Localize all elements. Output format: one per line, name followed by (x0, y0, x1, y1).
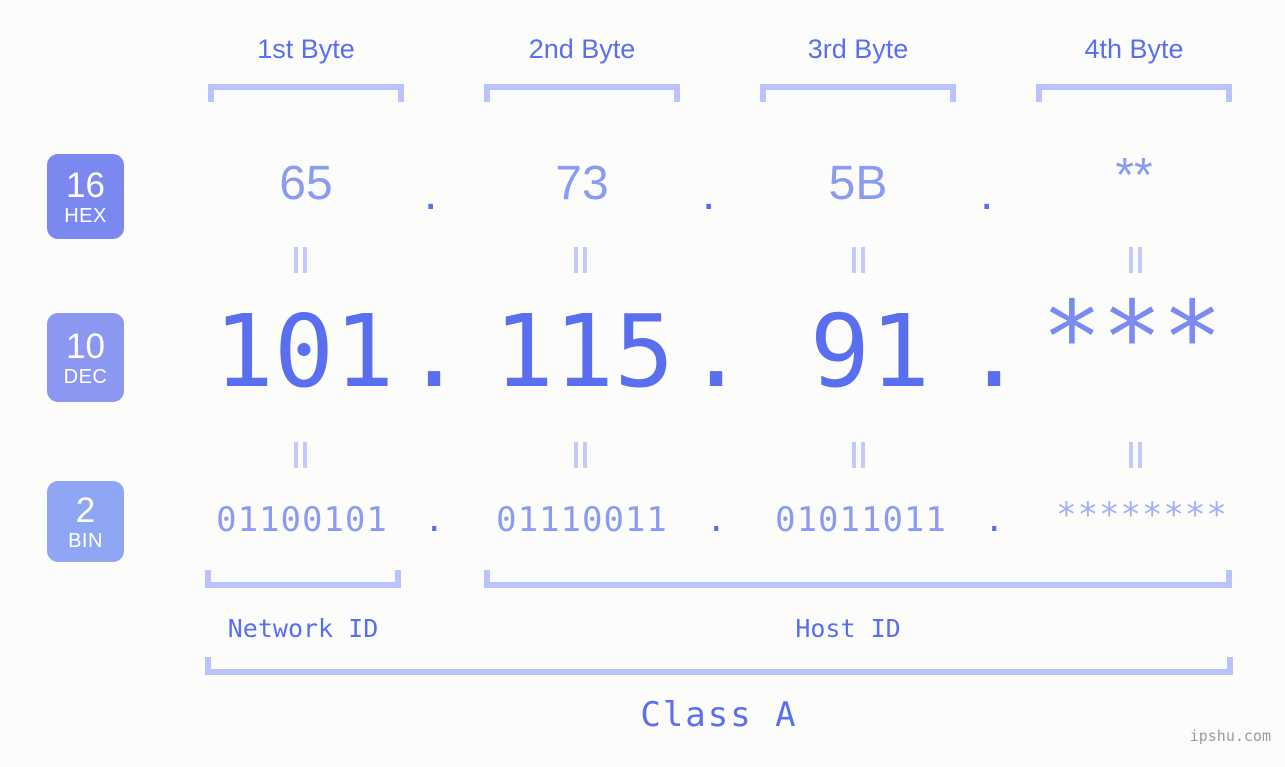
bin-byte-4: ******** (1056, 495, 1228, 535)
hex-separator-2: . (702, 167, 716, 220)
bin-byte-1: 01100101 (216, 500, 388, 540)
dec-byte-2: 115 (493, 293, 675, 410)
hex-byte-1: 65 (279, 157, 333, 210)
base-badge-dec-name: DEC (63, 365, 108, 388)
dec-separator-2: . (686, 293, 747, 410)
byte-bracket-top-1 (208, 84, 404, 102)
hex-separator-1: . (424, 167, 438, 220)
equality-mark-dec-bin-2 (574, 442, 588, 468)
bin-separator-3: . (984, 500, 1005, 540)
hex-byte-4: ** (1115, 149, 1153, 202)
class-bracket (205, 657, 1233, 675)
bin-byte-3: 01011011 (775, 500, 947, 540)
base-badge-hex-name: HEX (64, 204, 107, 227)
equality-mark-hex-dec-3 (852, 247, 866, 273)
ip-breakdown-diagram: 1st Byte 2nd Byte 3rd Byte 4th Byte 16 H… (0, 0, 1285, 767)
equality-mark-hex-dec-2 (574, 247, 588, 273)
bin-byte-2: 01110011 (496, 500, 668, 540)
dec-byte-4: *** (1041, 279, 1223, 396)
base-badge-dec-number: 10 (66, 326, 105, 366)
dec-separator-1: . (404, 293, 465, 410)
byte-header-4: 4th Byte (1084, 34, 1184, 64)
watermark: ipshu.com (1189, 727, 1271, 745)
bin-separator-2: . (706, 500, 727, 540)
dec-byte-1: 101 (213, 293, 395, 410)
byte-header-1: 1st Byte (257, 34, 355, 64)
byte-bracket-top-3 (760, 84, 956, 102)
equality-mark-dec-bin-3 (852, 442, 866, 468)
equality-mark-dec-bin-4 (1129, 442, 1143, 468)
dec-separator-3: . (964, 293, 1025, 410)
host-id-bracket (484, 570, 1232, 588)
class-label: Class A (640, 695, 798, 735)
host-id-label: Host ID (795, 614, 901, 643)
hex-byte-3: 5B (828, 157, 888, 210)
byte-bracket-top-2 (484, 84, 680, 102)
equality-mark-hex-dec-1 (294, 247, 308, 273)
hex-separator-3: . (980, 167, 994, 220)
base-badge-dec: 10 DEC (47, 313, 124, 402)
bin-separator-1: . (424, 500, 445, 540)
byte-header-3: 3rd Byte (807, 34, 909, 64)
equality-mark-hex-dec-4 (1129, 247, 1143, 273)
network-id-bracket (205, 570, 401, 588)
dec-byte-3: 91 (809, 293, 931, 410)
hex-byte-2: 73 (555, 157, 609, 210)
equality-mark-dec-bin-1 (294, 442, 308, 468)
base-badge-bin: 2 BIN (47, 481, 124, 562)
byte-header-2: 2nd Byte (528, 34, 636, 64)
base-badge-hex-number: 16 (66, 165, 105, 205)
base-badge-bin-number: 2 (75, 490, 96, 530)
base-badge-hex: 16 HEX (47, 154, 124, 239)
byte-bracket-top-4 (1036, 84, 1232, 102)
network-id-label: Network ID (227, 614, 379, 643)
base-badge-bin-name: BIN (68, 529, 103, 552)
